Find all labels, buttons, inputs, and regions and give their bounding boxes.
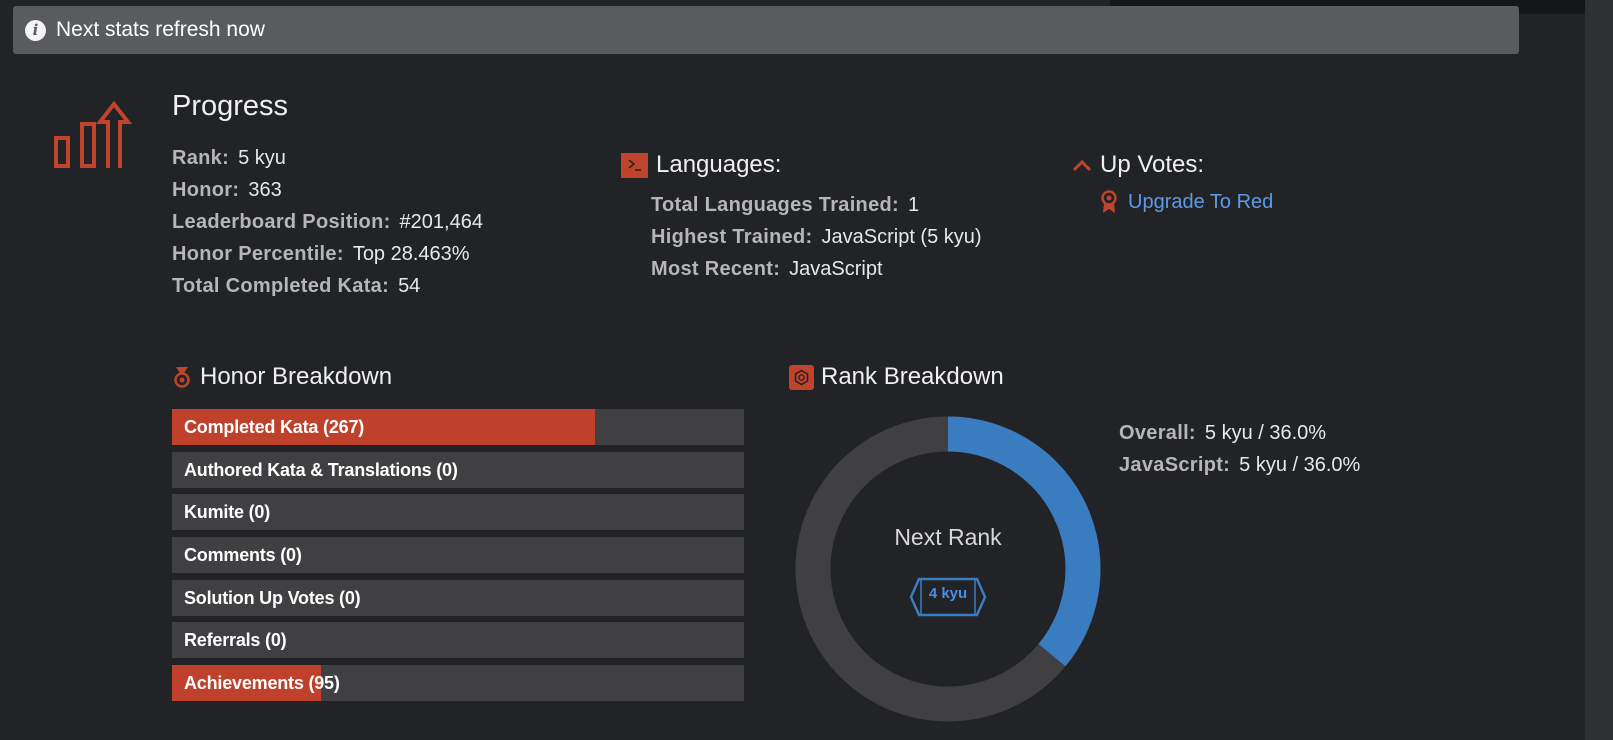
honor-bar-referrals: Referrals (0) [172,622,744,659]
honor-bar-label: Comments (0) [184,545,302,566]
rank-badge-text: 4 kyu [928,585,968,602]
scrollbar-track[interactable] [1585,0,1613,740]
stat-label: Total Languages Trained: [651,193,899,216]
stat-value: 5 kyu / 36.0% [1204,421,1327,444]
languages-stats: Total Languages Trained: 1 Highest Train… [651,189,982,285]
stat-leaderboard: Leaderboard Position: #201,464 [172,206,483,238]
languages-title: Languages: [656,151,782,178]
honor-bar-label: Completed Kata (267) [184,417,365,437]
next-rank-label: Next Rank [894,524,1002,550]
honor-breakdown-list: Completed Kata (267) Authored Kata & Tra… [172,409,744,708]
upvotes-title: Up Votes: [1100,151,1205,178]
chevron-up-icon [1072,159,1092,172]
upvotes-heading: Up Votes: [1072,151,1204,179]
stat-value: 5 kyu [238,146,286,169]
stat-label: Honor: [172,178,240,201]
stat-value: JavaScript (5 kyu) [821,225,982,248]
stat-overall: Overall: 5 kyu / 36.0% [1119,417,1360,449]
honor-bar-label: Kumite (0) [184,502,271,523]
honor-breakdown-heading: Honor Breakdown [172,363,392,391]
stat-label: Honor Percentile: [172,242,344,265]
stat-label: Overall: [1119,421,1196,444]
bar-chart-arrow-icon [54,100,132,168]
stat-value: 1 [907,193,920,216]
stat-javascript: JavaScript: 5 kyu / 36.0% [1119,449,1360,481]
stat-label: Leaderboard Position: [172,210,391,233]
stat-label: Rank: [172,146,230,169]
progress-stats: Rank: 5 kyu Honor: 363 Leaderboard Posit… [172,142,483,302]
honor-bar-label: Authored Kata & Translations (0) [184,459,458,480]
upgrade-to-red-link[interactable]: Upgrade To Red [1100,190,1273,214]
honor-bar-label: Solution Up Votes (0) [184,587,361,608]
stat-value: Top 28.463% [352,242,470,265]
honor-bar-achievements: Achievements (95) [172,665,744,702]
stat-rank: Rank: 5 kyu [172,142,483,174]
stat-value: 54 [398,274,421,297]
stat-completed-kata: Total Completed Kata: 54 [172,270,483,302]
stat-honor: Honor: 363 [172,174,483,206]
ribbon-icon [1101,190,1117,213]
progress-title: Progress [172,90,289,122]
stat-label: JavaScript: [1119,453,1231,476]
honor-bar-completed-kata: Completed Kata (267) [172,409,744,445]
honor-bar-authored: Authored Kata & Translations (0) [172,451,744,488]
upgrade-link-text[interactable]: Upgrade To Red [1128,191,1273,214]
honor-breakdown-title: Honor Breakdown [200,363,393,390]
hexagon-icon [789,364,814,390]
rank-breakdown-title: Rank Breakdown [821,363,1004,390]
stat-value: 5 kyu / 36.0% [1239,453,1361,476]
refresh-notice: i Next stats refresh now [13,6,1519,54]
stat-label: Most Recent: [651,257,781,280]
rank-stats: Overall: 5 kyu / 36.0% JavaScript: 5 kyu… [1119,417,1360,481]
stat-value: 363 [248,178,282,201]
honor-bar-comments: Comments (0) [172,537,744,574]
languages-heading: Languages: [621,151,781,179]
stat-value: #201,464 [399,210,483,233]
medal-icon [174,367,190,388]
stat-languages-trained: Total Languages Trained: 1 [651,189,982,221]
honor-bar-kumite: Kumite (0) [172,494,744,531]
stat-percentile: Honor Percentile: Top 28.463% [172,238,483,270]
stat-label: Highest Trained: [651,225,813,248]
notice-text: Next stats refresh now [56,18,265,41]
honor-bar-label: Achievements (95) [184,673,340,694]
honor-bar-label: Referrals (0) [184,630,287,651]
honor-bar-solution-upvotes: Solution Up Votes (0) [172,579,744,616]
stat-highest-trained: Highest Trained: JavaScript (5 kyu) [651,221,982,253]
info-icon: i [25,19,46,41]
terminal-icon [621,152,648,178]
rank-breakdown-heading: Rank Breakdown [789,363,1004,391]
stat-label: Total Completed Kata: [172,274,390,297]
stat-most-recent: Most Recent: JavaScript [651,253,982,285]
stat-value: JavaScript [789,257,883,280]
